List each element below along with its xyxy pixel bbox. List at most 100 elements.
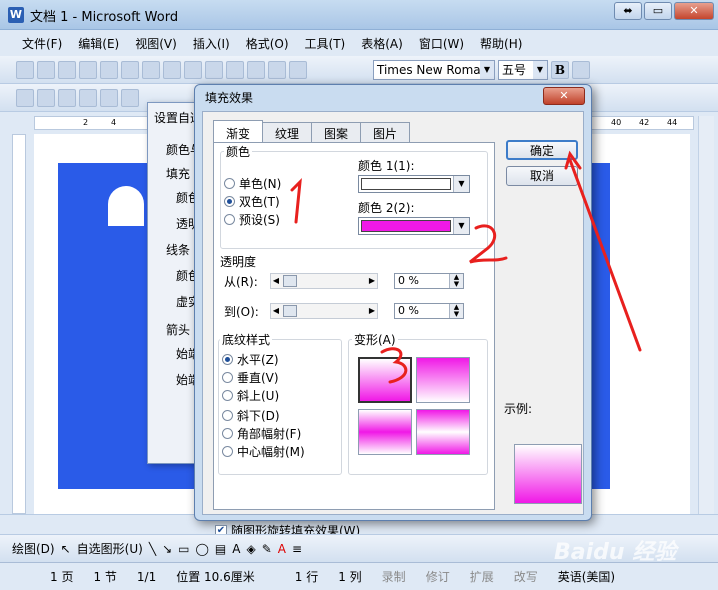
menu-help[interactable]: 帮助(H) [472,32,530,55]
slider-right-arrow-icon[interactable]: ▶ [367,304,377,318]
from-spinner[interactable]: 0 % ▲ ▼ [394,273,464,289]
font-size-select[interactable]: 五号 ▼ [498,59,548,80]
color2-select[interactable]: ▼ [358,217,470,235]
slider-thumb[interactable] [283,275,297,287]
gradient-panel: 颜色 单色(N) 双色(T) 预设(S) 颜色 1(1): ▼ 颜色 2(2):… [213,142,495,510]
rectangle-icon[interactable]: ▭ [178,542,189,556]
slider-left-arrow-icon[interactable]: ◀ [271,274,281,288]
style-from-center-radio[interactable]: 中心幅射(M) [222,443,305,460]
line-icon[interactable]: ╲ [149,542,156,556]
fill-color-icon[interactable]: ◈ [246,542,255,556]
toolbar-icon[interactable] [79,88,97,107]
maximize-button[interactable]: ▭ [644,2,672,20]
style-from-corner-radio[interactable]: 角部幅射(F) [222,425,301,442]
spelling-icon[interactable] [142,60,160,79]
toolbar-icon[interactable] [58,88,76,107]
cancel-button[interactable]: 取消 [506,166,578,186]
close-window-button[interactable]: ✕ [674,2,714,20]
style-vertical-radio[interactable]: 垂直(V) [222,369,279,386]
cursor-icon[interactable]: ↖ [61,542,71,556]
new-icon[interactable] [16,60,34,79]
slider-left-arrow-icon[interactable]: ◀ [271,304,281,318]
menu-table[interactable]: 表格(A) [353,32,411,55]
format-painter-icon[interactable] [226,60,244,79]
ruler-tick: 4 [111,118,117,127]
preset-radio[interactable]: 预设(S) [224,211,280,228]
slider-right-arrow-icon[interactable]: ▶ [367,274,377,288]
variant-4[interactable] [416,409,470,455]
tab-gradient[interactable]: 渐变 [213,120,264,144]
style-label: 角部幅射(F) [237,427,302,441]
color1-label: 颜色 1(1): [358,159,415,173]
two-colors-radio[interactable]: 双色(T) [224,193,280,210]
status-overtype[interactable]: 改写 [504,568,548,585]
bold-button[interactable]: B [551,60,569,79]
variant-3[interactable] [358,409,412,455]
menu-file[interactable]: 文件(F) [14,32,70,55]
wordart-icon[interactable]: A [232,542,240,556]
status-track[interactable]: 修订 [416,568,460,585]
menu-edit[interactable]: 编辑(E) [70,32,127,55]
toolbar-icon[interactable] [37,88,55,107]
copy-icon[interactable] [184,60,202,79]
vertical-scrollbar[interactable] [698,116,714,514]
menu-bar: 文件(F) 编辑(E) 视图(V) 插入(I) 格式(O) 工具(T) 表格(A… [0,30,718,56]
tab-texture[interactable]: 纹理 [262,122,313,144]
oval-icon[interactable]: ◯ [195,542,208,556]
to-spinner[interactable]: 0 % ▲ ▼ [394,303,464,319]
one-color-radio[interactable]: 单色(N) [224,175,281,192]
menu-format[interactable]: 格式(O) [238,32,297,55]
print-icon[interactable] [100,60,118,79]
line-style-icon[interactable]: ≡ [292,542,302,556]
tab-pattern[interactable]: 图案 [311,122,362,144]
spinner-arrows-icon[interactable]: ▲ ▼ [449,274,463,288]
to-slider[interactable]: ◀ ▶ [270,303,378,319]
permission-icon[interactable] [79,60,97,79]
open-icon[interactable] [37,60,55,79]
menu-insert[interactable]: 插入(I) [185,32,238,55]
style-horizontal-radio[interactable]: 水平(Z) [222,351,279,368]
arrow-icon[interactable]: ↘ [162,542,172,556]
radio-circle-selected [224,196,235,207]
status-pages: 1/1 [136,569,157,584]
menu-window[interactable]: 窗口(W) [411,32,472,55]
menu-view[interactable]: 视图(V) [127,32,185,55]
title-bar: W 文档 1 - Microsoft Word ⬌ ▭ ✕ [0,0,718,30]
tab-picture[interactable]: 图片 [360,122,411,144]
color2-swatch [361,220,451,232]
hyperlink-icon[interactable] [268,60,286,79]
from-slider[interactable]: ◀ ▶ [270,273,378,289]
draw-menu-button[interactable]: 绘图(D) [12,540,55,557]
slider-thumb[interactable] [283,305,297,317]
textbox-icon[interactable]: ▤ [215,542,226,556]
autoshapes-menu-button[interactable]: 自选图形(U) [77,540,143,557]
white-heart-shape[interactable] [108,186,144,226]
paste-icon[interactable] [205,60,223,79]
menu-tools[interactable]: 工具(T) [297,32,354,55]
toolbar-icon[interactable] [100,88,118,107]
status-extend[interactable]: 扩展 [460,568,504,585]
align-icon[interactable] [572,60,590,79]
variant-2[interactable] [416,357,470,403]
research-icon[interactable] [163,60,181,79]
font-name-select[interactable]: Times New Roman ▼ [373,59,495,80]
to-value: 0 % [398,304,419,317]
table-icon[interactable] [289,60,307,79]
undo-icon[interactable] [247,60,265,79]
line-color-icon[interactable]: ✎ [262,542,272,556]
spinner-arrows-icon[interactable]: ▲ ▼ [449,304,463,318]
print-preview-icon[interactable] [121,60,139,79]
status-record[interactable]: 录制 [372,568,416,585]
save-icon[interactable] [58,60,76,79]
variant-1-selected[interactable] [358,357,412,403]
ok-button[interactable]: 确定 [506,140,578,160]
style-diagonal-down-radio[interactable]: 斜下(D) [222,407,280,424]
color1-select[interactable]: ▼ [358,175,470,193]
dialog-close-button[interactable]: ✕ [543,87,585,105]
font-color-icon[interactable]: A [278,542,286,556]
toolbar-icon[interactable] [16,88,34,107]
toolbar-icon[interactable] [121,88,139,107]
style-diagonal-up-radio[interactable]: 斜上(U) [222,387,279,404]
radio-circle-selected [222,354,233,365]
minimize-button[interactable]: ⬌ [614,2,642,20]
